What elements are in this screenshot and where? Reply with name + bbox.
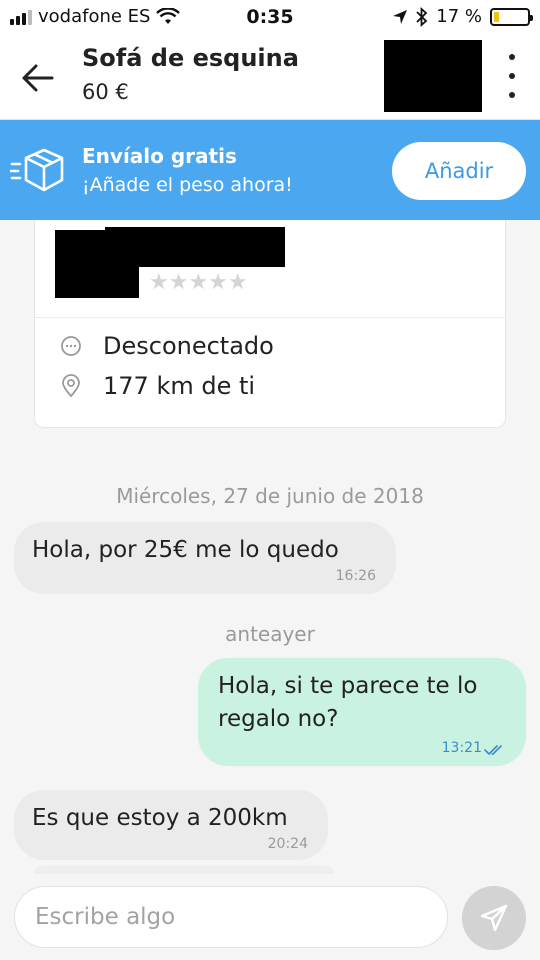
package-icon — [10, 148, 64, 192]
send-button[interactable] — [462, 886, 526, 950]
seller-status-text: Desconectado — [103, 332, 274, 360]
location-arrow-icon — [393, 9, 408, 24]
shipping-banner-title: Envíalo gratis — [82, 144, 237, 168]
date-separator: anteayer — [225, 622, 315, 646]
location-pin-icon — [62, 374, 80, 398]
shipping-banner-subtitle: ¡Añade el peso ahora! — [82, 174, 293, 196]
message-bubble-outgoing[interactable]: Hola, si te parece te lo regalo no? 13:2… — [198, 658, 526, 766]
chat-header: Sofá de esquina 60 € — [0, 36, 540, 120]
redacted-seller-name[interactable] — [105, 227, 285, 267]
add-weight-button[interactable]: Añadir — [392, 142, 526, 200]
message-input[interactable] — [14, 886, 448, 948]
message-time: 20:24 — [267, 835, 308, 852]
message-time: 16:26 — [335, 567, 376, 584]
send-icon — [480, 904, 508, 932]
date-separator: Miércoles, 27 de junio de 2018 — [116, 484, 424, 508]
double-check-icon — [484, 745, 502, 755]
seller-rating-stars: ★★★★★ — [149, 270, 248, 295]
item-title[interactable]: Sofá de esquina — [82, 44, 299, 72]
status-bar: vodafone ES 0:35 17 % — [0, 0, 540, 36]
battery-fill — [494, 11, 500, 22]
message-time: 13:21 — [441, 739, 482, 756]
redacted-item-thumbnail[interactable] — [384, 40, 482, 112]
more-options-icon[interactable] — [506, 54, 518, 98]
seller-status-row: Desconectado — [59, 332, 274, 360]
status-right: 17 % — [392, 6, 533, 27]
message-composer — [0, 874, 540, 960]
card-divider — [35, 317, 505, 318]
item-price: 60 € — [82, 80, 129, 104]
seller-info-card: ★★★★★ Desconectado 177 km de ti — [34, 220, 506, 428]
bluetooth-icon — [416, 6, 428, 27]
seller-distance-text: 177 km de ti — [103, 372, 256, 400]
partial-message-bubble — [34, 866, 334, 874]
message-text: Hola, si te parece te lo regalo no? — [218, 673, 478, 733]
battery-icon — [490, 7, 533, 26]
message-text: Hola, por 25€ me lo quedo — [32, 537, 339, 563]
message-bubble-incoming[interactable]: Es que estoy a 200km 20:24 — [14, 790, 328, 860]
message-bubble-incoming[interactable]: Hola, por 25€ me lo quedo 16:26 — [14, 522, 396, 594]
seller-distance-row: 177 km de ti — [59, 372, 255, 400]
back-arrow-icon[interactable] — [18, 58, 58, 98]
battery-percent: 17 % — [436, 6, 482, 27]
message-text: Es que estoy a 200km — [32, 805, 288, 831]
chat-bubble-icon — [61, 336, 81, 356]
